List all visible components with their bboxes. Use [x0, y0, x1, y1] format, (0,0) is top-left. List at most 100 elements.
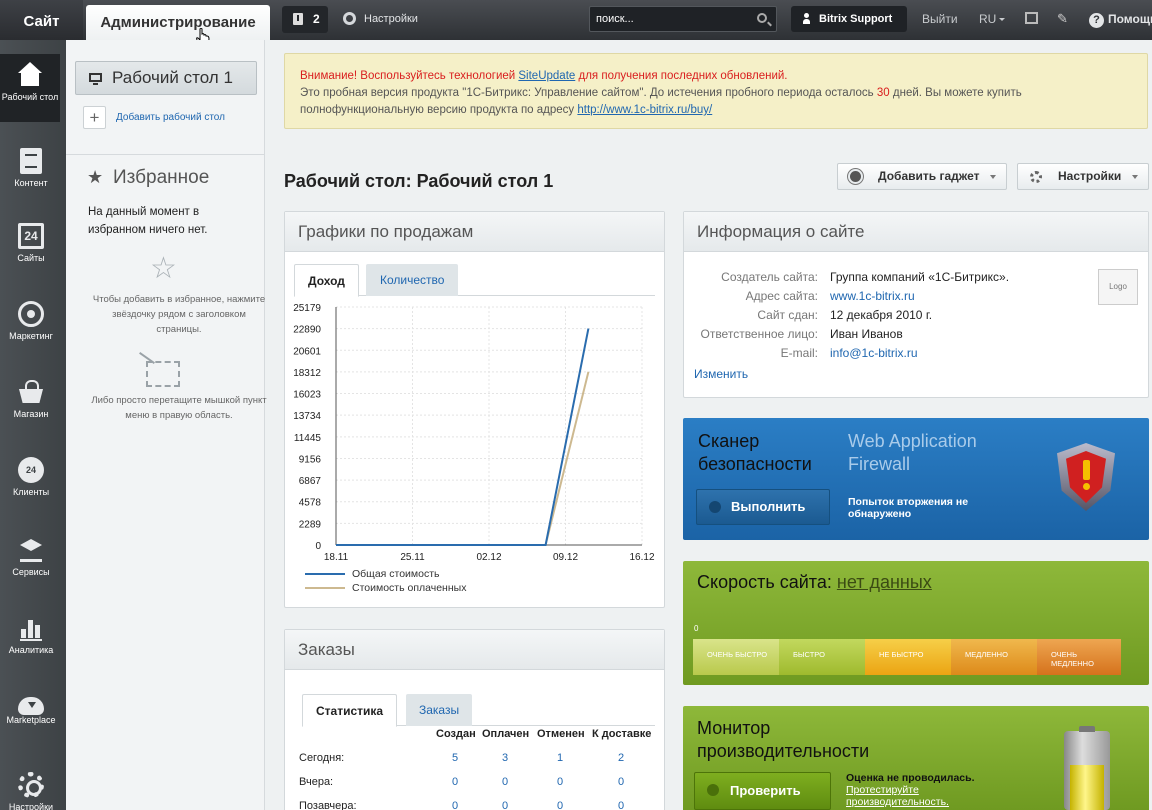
- nav-label: Сайты: [17, 253, 45, 263]
- speed-scale: очень быстро быстро не быстро медленно о…: [693, 639, 1121, 675]
- tab-quantity[interactable]: Количество: [366, 264, 459, 296]
- nav-item-marketing[interactable]: Маркетинг: [0, 293, 62, 367]
- tab-income[interactable]: Доход: [294, 264, 359, 297]
- nav-item-analytics[interactable]: Аналитика: [0, 607, 62, 681]
- nav-label: Сервисы: [12, 567, 50, 577]
- add-gadget-button[interactable]: Добавить гаджет: [837, 163, 1007, 190]
- nav-item-content[interactable]: Контент: [0, 140, 62, 214]
- column-header: Оплачен: [482, 728, 530, 740]
- edit-site-info-link[interactable]: Изменить: [694, 367, 748, 381]
- add-desktop-link[interactable]: + Добавить рабочий стол: [83, 106, 225, 130]
- column-header: Отменен: [537, 728, 585, 740]
- nav-item-services[interactable]: Сервисы: [0, 529, 62, 603]
- info-key: Ответственное лицо:: [700, 327, 818, 341]
- nav-item-marketplace[interactable]: Marketplace: [0, 685, 62, 759]
- nav-item-shop[interactable]: Магазин: [0, 371, 62, 445]
- y-tick-label: 9156: [299, 454, 322, 465]
- site-logo: Logo: [1098, 269, 1138, 305]
- nav-item-desktop[interactable]: Рабочий стол: [0, 54, 60, 122]
- user-name: Bitrix Support: [819, 13, 893, 25]
- table-cell[interactable]: 0: [435, 776, 475, 788]
- y-tick-label: 4578: [299, 498, 322, 509]
- x-tick-label: 18.11: [324, 552, 349, 563]
- chevron-down-icon: [990, 175, 996, 179]
- nav-label: Аналитика: [8, 645, 54, 655]
- table-cell[interactable]: 0: [540, 800, 580, 810]
- check-performance-button[interactable]: Проверить: [694, 772, 831, 810]
- buy-link[interactable]: http://www.1c-bitrix.ru/buy/: [577, 104, 712, 116]
- nav-label: Marketplace: [6, 715, 56, 725]
- table-cell[interactable]: 1: [540, 752, 580, 764]
- drag-drop-icon: [146, 361, 180, 387]
- nav-item-clients[interactable]: 24 Клиенты: [0, 449, 62, 523]
- gear-icon: [343, 11, 356, 25]
- y-tick-label: 13734: [293, 411, 321, 422]
- speed-segment: не быстро: [865, 639, 951, 675]
- table-cell[interactable]: 0: [540, 776, 580, 788]
- info-key: Создатель сайта:: [721, 270, 818, 284]
- tab-statistics[interactable]: Статистика: [302, 694, 398, 727]
- site-info-widget: Информация о сайте Создатель сайта: Групп…: [683, 211, 1149, 398]
- x-tick-label: 25.11: [400, 552, 425, 563]
- hotkeys-icon[interactable]: [1025, 12, 1038, 24]
- logout-link[interactable]: Выйти: [922, 0, 958, 38]
- table-cell[interactable]: 5: [435, 752, 475, 764]
- orders-widget: Заказы Статистика Заказы Создан Оплачен …: [284, 629, 665, 810]
- run-scan-button[interactable]: Выполнить: [696, 489, 830, 525]
- speed-value-link[interactable]: нет данных: [837, 572, 932, 592]
- table-cell[interactable]: 0: [601, 800, 641, 810]
- help-link[interactable]: ? Помощь: [1089, 0, 1152, 38]
- search-icon[interactable]: [757, 13, 767, 23]
- table-cell[interactable]: 3: [485, 752, 525, 764]
- y-tick-label: 18312: [293, 368, 321, 379]
- warning-trial-text: Это пробная версия продукта "1С-Битрикс:…: [300, 87, 874, 99]
- table-cell[interactable]: 0: [485, 800, 525, 810]
- desktop-settings-button[interactable]: Настройки: [1017, 163, 1149, 190]
- pin-icon[interactable]: ✎: [1057, 12, 1071, 26]
- speed-title: Скорость сайта: нет данных: [697, 572, 932, 593]
- nav-label: Настройки: [8, 802, 54, 810]
- info-key: Сайт сдан:: [757, 308, 818, 322]
- y-tick-label: 11445: [294, 433, 322, 444]
- legend-item-total: Общая стоимость: [305, 568, 440, 580]
- table-cell[interactable]: 0: [485, 776, 525, 788]
- search-input[interactable]: поиск...: [589, 6, 777, 32]
- site-url-link[interactable]: www.1c-bitrix.ru: [830, 289, 915, 303]
- user-menu-button[interactable]: Bitrix Support: [791, 6, 907, 32]
- legend-label: Общая стоимость: [352, 568, 440, 580]
- column-header: Создан: [436, 728, 476, 740]
- nav-item-sites[interactable]: 24 Сайты: [0, 215, 62, 289]
- column-header: К доставке: [592, 728, 652, 740]
- tab-administration[interactable]: Администрирование: [86, 5, 270, 40]
- y-tick-label: 0: [315, 541, 321, 552]
- table-cell[interactable]: 0: [601, 776, 641, 788]
- email-link[interactable]: info@1c-bitrix.ru: [830, 346, 918, 360]
- y-tick-label: 25179: [293, 303, 321, 314]
- star-icon: ★: [87, 167, 104, 187]
- chevron-down-icon: [1132, 175, 1138, 179]
- help-label: Помощь: [1108, 12, 1152, 26]
- siteupdate-link[interactable]: SiteUpdate: [518, 70, 575, 82]
- notifications-button[interactable]: 2: [282, 6, 328, 33]
- perf-status-text: Оценка не проводилась.: [846, 772, 975, 784]
- target-icon: [18, 301, 44, 327]
- widget-header[interactable]: Заказы: [285, 630, 664, 670]
- favorites-hint-drag: Либо просто перетащите мышкой пункт меню…: [91, 395, 267, 421]
- bar-chart-icon: [18, 615, 44, 641]
- table-cell[interactable]: 0: [435, 800, 475, 810]
- settings-link[interactable]: Настройки: [343, 0, 418, 40]
- widget-header[interactable]: Графики по продажам: [285, 212, 664, 252]
- plus-icon[interactable]: +: [83, 106, 106, 129]
- language-selector[interactable]: RU: [979, 0, 1005, 38]
- nav-item-settings[interactable]: Настройки: [0, 764, 62, 810]
- widget-header[interactable]: Информация о сайте: [684, 212, 1148, 252]
- orders-tabs: Статистика Заказы: [302, 694, 655, 727]
- test-performance-link[interactable]: Протестируйте производительность.: [846, 784, 949, 808]
- tab-orders[interactable]: Заказы: [406, 694, 473, 726]
- tab-site[interactable]: Сайт: [0, 0, 83, 40]
- table-cell[interactable]: 2: [601, 752, 641, 764]
- y-tick-label: 20601: [293, 346, 321, 357]
- battery-icon: [1064, 726, 1110, 810]
- favorites-title: ★ Избранное: [87, 167, 209, 189]
- desktop-1-button[interactable]: Рабочий стол 1: [75, 61, 257, 95]
